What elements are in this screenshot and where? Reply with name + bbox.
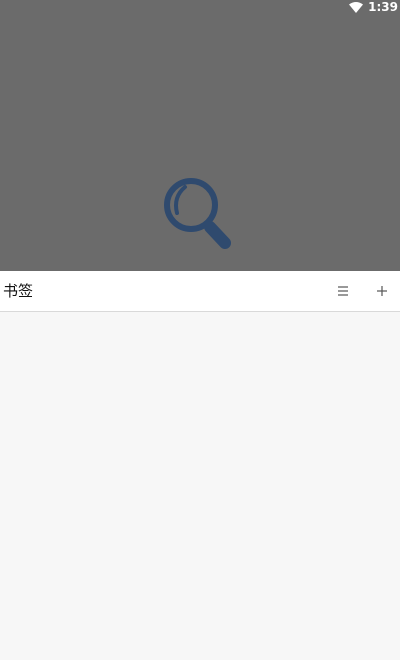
wifi-icon (349, 1, 364, 13)
header-banner: 1:39 (0, 0, 400, 271)
list-button[interactable] (331, 279, 355, 303)
list-icon (338, 286, 348, 296)
plus-icon (377, 286, 387, 296)
status-time: 1:39 (368, 0, 398, 14)
status-bar: 1:39 (349, 0, 400, 14)
add-bookmark-button[interactable] (370, 279, 394, 303)
bookmark-list (0, 312, 400, 660)
bookmarks-screen: 1:39 书签 (0, 0, 400, 660)
toolbar: 书签 (0, 271, 400, 312)
page-title: 书签 (3, 282, 34, 300)
magnifier-icon (164, 178, 231, 249)
